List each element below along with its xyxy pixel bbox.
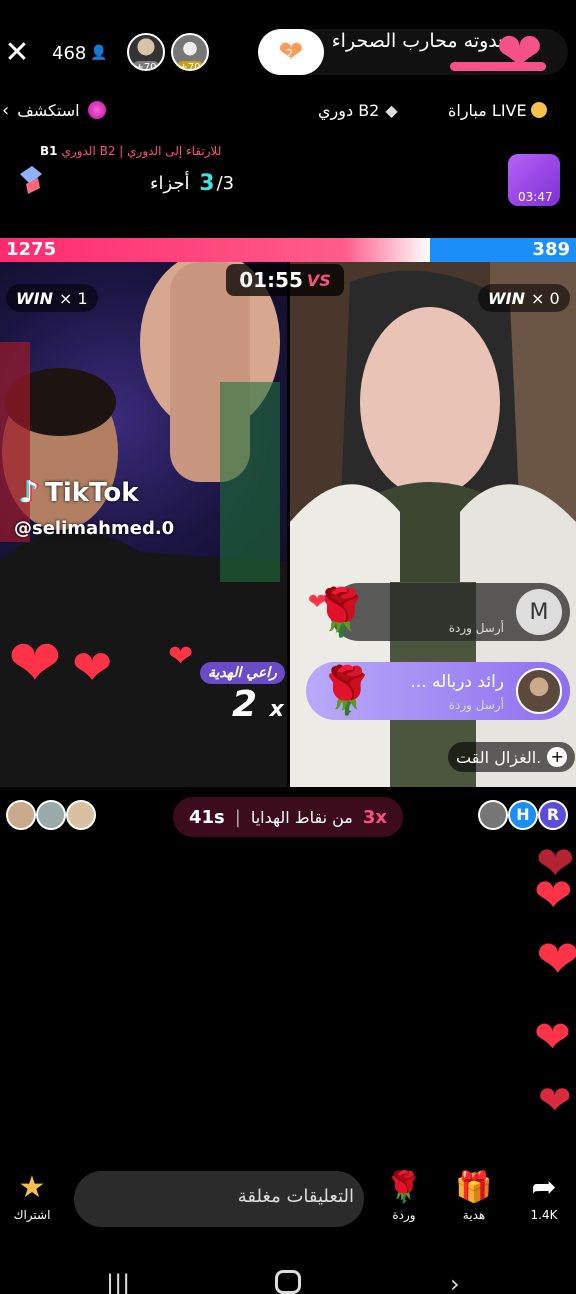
heart-icon: ❤ — [8, 627, 62, 701]
league-promo-line: B1 الدوري B2 | للارتقاء إلى الدوري — [40, 144, 221, 158]
parts-progress: أجزاء 3 /3 — [150, 171, 234, 196]
like-level-pill[interactable]: ❤ 2 — [258, 29, 324, 75]
explore-button[interactable]: ‹ استكشف — [2, 97, 106, 123]
rose-icon: 🌹 — [318, 663, 376, 717]
top-viewer-avatar-2[interactable]: +70 — [171, 33, 209, 71]
explore-orb-icon — [87, 101, 106, 119]
share-button[interactable]: ➦ 1.4K — [514, 1168, 574, 1222]
league-badge[interactable]: دوري B2 ◆ — [318, 97, 398, 123]
supporter-avatar[interactable] — [478, 800, 508, 830]
rose-button[interactable]: 🌹 وردة — [374, 1168, 434, 1222]
score-multiplier: 2 x — [232, 684, 284, 725]
win-count: × 1 — [59, 288, 88, 308]
follow-label: الغزال القت. — [456, 747, 542, 767]
win-count-right: WIN × 0 — [478, 284, 570, 312]
plus-icon: + — [547, 747, 568, 767]
rank-badge: +70 — [132, 61, 160, 69]
heart-icon: ❤ — [168, 639, 194, 674]
supporter-avatar-h[interactable]: H — [508, 800, 538, 830]
win-label: WIN — [16, 288, 53, 308]
league-promo-text: الدوري B2 | للارتقاء إلى الدوري — [61, 144, 222, 158]
share-icon: ➦ — [531, 1170, 557, 1205]
supporter-avatar[interactable] — [66, 800, 96, 830]
multiplier-suffix: x — [269, 697, 284, 722]
subscribe-button[interactable]: ★ اشتراك — [2, 1168, 62, 1222]
heart-icon: ❤ — [308, 590, 327, 615]
gift-points-seconds: 41s — [189, 806, 225, 828]
home-button[interactable] — [275, 1270, 301, 1294]
pane-divider — [287, 262, 290, 787]
win-count-left: WIN × 1 — [6, 284, 98, 312]
heart-icon: ❤ — [496, 21, 543, 86]
top-viewer-avatar-1[interactable]: +70 — [127, 33, 165, 71]
close-button[interactable]: ✕ — [4, 36, 30, 70]
supporter-avatar-r[interactable]: R — [538, 800, 568, 830]
score-bar-left-fill — [0, 238, 430, 262]
tiktok-watermark: ♪ TikTok — [20, 475, 139, 510]
match-icon — [530, 102, 547, 118]
multiplier-value: 2 — [232, 684, 258, 725]
win-label: WIN — [488, 288, 525, 308]
like-level-value: 2 — [285, 46, 294, 61]
tiktok-note-icon: ♪ — [20, 475, 40, 510]
live-match-button[interactable]: مباراة LIVE — [448, 97, 547, 123]
supporter-avatar[interactable] — [6, 800, 36, 830]
heart-icon: ❤ — [534, 1012, 571, 1063]
subscribe-label: اشتراك — [13, 1208, 51, 1222]
explore-label: استكشف — [17, 100, 80, 120]
next-league: B1 — [40, 144, 58, 158]
star-icon: ★ — [18, 1170, 46, 1205]
divider: | — [234, 806, 241, 828]
sender-avatar[interactable] — [516, 668, 562, 714]
sender-avatar[interactable]: M — [516, 589, 562, 635]
win-count: × 0 — [531, 288, 560, 308]
league-label: دوري B2 — [318, 100, 380, 120]
score-left: 1275 — [6, 239, 57, 260]
battle-countdown: 01:55 VS — [226, 264, 344, 296]
share-count: 1.4K — [530, 1208, 558, 1222]
tiktok-brand: TikTok — [45, 477, 139, 508]
gift-points-multiplier: 3x — [362, 806, 387, 828]
gift-label: هدية — [462, 1208, 486, 1222]
recent-apps-button[interactable]: ||| — [106, 1270, 130, 1294]
treasure-timer: 03:47 — [518, 190, 553, 204]
gift-points-banner: 41s | من نقاط الهدايا 3x — [173, 797, 403, 837]
rose-label: وردة — [392, 1208, 416, 1222]
supporter-avatar[interactable] — [36, 800, 66, 830]
heart-icon: ❤ — [536, 930, 576, 990]
gift-sponsor-badge: راعي الهدية — [200, 662, 285, 684]
live-match-label: مباراة LIVE — [448, 100, 527, 120]
viewer-count[interactable]: 468 👤 — [52, 40, 108, 66]
rose-icon: 🌹 — [385, 1170, 423, 1205]
diamond-icon: ◆ — [385, 100, 398, 120]
parts-label: أجزاء — [150, 173, 190, 194]
heart-icon: ❤ 2 — [278, 34, 304, 70]
heart-icon: ❤ — [72, 640, 113, 696]
gift-subtitle: أرسل وردة — [448, 621, 504, 635]
watermark-handle: @selimahmed.0 — [14, 518, 175, 539]
parts-current: 3 — [199, 171, 215, 196]
comment-placeholder: التعليقات مغلقة — [237, 1186, 354, 1207]
trophy-icon — [16, 160, 46, 200]
chevron-left-icon: ‹ — [2, 99, 10, 121]
person-icon: 👤 — [90, 45, 108, 61]
countdown-value: 01:55 — [239, 268, 303, 292]
parts-total: /3 — [216, 173, 235, 194]
gift-icon: 🎁 — [455, 1170, 493, 1205]
vs-icon: VS — [306, 270, 331, 290]
gift-button[interactable]: 🎁 هدية — [444, 1168, 504, 1222]
sender-name: رائد درباله ... — [410, 672, 504, 692]
rank-badge: +70 — [176, 61, 204, 69]
back-button[interactable]: › — [450, 1270, 460, 1294]
heart-icon: ❤ — [538, 1078, 572, 1124]
gift-points-text: من نقاط الهدايا — [250, 807, 353, 827]
heart-icon: ❤ — [534, 868, 573, 922]
viewer-count-value: 468 — [52, 42, 87, 64]
host-name: حدوته محارب الصحراء — [331, 30, 510, 52]
follow-chip[interactable]: الغزال القت. + — [448, 742, 576, 772]
score-right: 389 — [532, 239, 570, 260]
gift-subtitle: أرسل وردة — [448, 698, 504, 712]
